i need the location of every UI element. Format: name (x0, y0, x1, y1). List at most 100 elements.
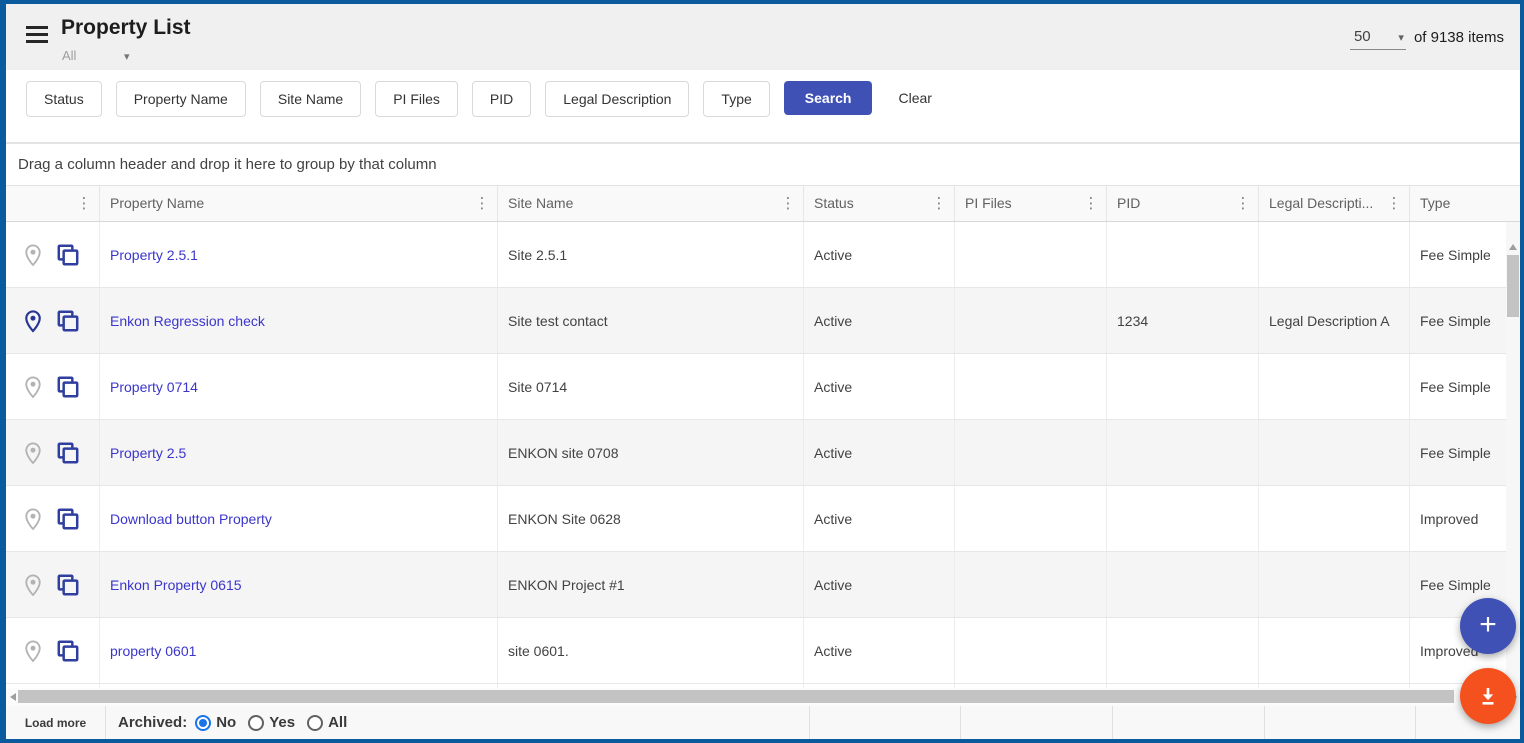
horizontal-scrollbar-thumb[interactable] (18, 690, 1454, 703)
column-menu-icon[interactable]: ⋮ (473, 186, 491, 221)
location-pin-icon[interactable] (20, 572, 46, 598)
table-row: property 0601 site 0601. Active Improved (6, 618, 1520, 684)
column-menu-icon[interactable]: ⋮ (930, 186, 948, 221)
column-header-site-name[interactable]: Site Name ⋮ (497, 186, 803, 221)
copy-property-icon[interactable] (55, 242, 81, 268)
location-pin-icon[interactable] (20, 374, 46, 400)
column-header-label: Status (814, 195, 854, 211)
archived-radio-all[interactable]: All (307, 714, 353, 731)
property-name-link[interactable]: Property 0714 (110, 379, 198, 395)
site-name-cell: Site 2.5.1 (497, 222, 803, 287)
column-menu-icon[interactable]: ⋮ (1385, 186, 1403, 221)
property-name-cell: property 0601 (99, 618, 497, 683)
column-header-status[interactable]: Status ⋮ (803, 186, 954, 221)
scroll-up-icon[interactable] (1509, 244, 1517, 250)
load-more-cell: Load more (6, 706, 106, 739)
footer-cell (960, 706, 1112, 739)
column-header-legal-description[interactable]: Legal Descripti... ⋮ (1258, 186, 1409, 221)
site-name-cell: ENKON Site 0628 (497, 486, 803, 551)
location-pin-icon[interactable] (20, 638, 46, 664)
column-header-label: PID (1117, 195, 1140, 211)
vertical-scrollbar-thumb[interactable] (1507, 255, 1519, 317)
radio-icon[interactable] (307, 715, 323, 731)
status-cell: Active (803, 420, 954, 485)
filter-field-button[interactable]: PI Files (375, 81, 458, 117)
download-icon (1476, 684, 1500, 708)
filter-field-button[interactable]: Site Name (260, 81, 361, 117)
radio-icon[interactable] (248, 715, 264, 731)
copy-property-icon[interactable] (55, 374, 81, 400)
status-cell: Active (803, 222, 954, 287)
column-header-pi-files[interactable]: PI Files ⋮ (954, 186, 1106, 221)
chevron-down-icon: ▾ (124, 50, 130, 63)
column-menu-icon[interactable]: ⋮ (75, 186, 93, 221)
copy-property-icon[interactable] (55, 308, 81, 334)
scroll-left-icon[interactable] (10, 693, 16, 701)
items-total-label: of 9138 items (1414, 28, 1504, 46)
copy-property-icon[interactable] (55, 638, 81, 664)
filter-bar: Status Property Name Site Name PI Files PID L… (6, 70, 1520, 143)
row-actions-cell (6, 618, 99, 683)
location-pin-icon[interactable] (20, 242, 46, 268)
page-size-cluster: 50 ▾ of 9138 items (1350, 28, 1504, 50)
download-button[interactable] (1460, 668, 1516, 724)
site-name-cell: ENKON site 0708 (497, 420, 803, 485)
column-header-pid[interactable]: PID ⋮ (1106, 186, 1258, 221)
copy-property-icon[interactable] (55, 440, 81, 466)
radio-icon[interactable] (195, 715, 211, 731)
add-property-button[interactable]: + (1460, 598, 1516, 654)
row-actions-cell (6, 354, 99, 419)
property-name-link[interactable]: Enkon Property 0615 (110, 577, 242, 593)
search-button[interactable]: Search (784, 81, 873, 115)
property-name-link[interactable]: Property 2.5.1 (110, 247, 198, 263)
scope-dropdown[interactable]: All ▾ (62, 48, 138, 63)
hamburger-menu-icon[interactable] (26, 26, 48, 43)
radio-label: All (328, 714, 347, 731)
row-actions-cell (6, 552, 99, 617)
column-menu-icon[interactable]: ⋮ (1234, 186, 1252, 221)
property-name-cell: Property 0714 (99, 354, 497, 419)
filter-field-button[interactable]: Property Name (116, 81, 246, 117)
group-by-drop-zone[interactable]: Drag a column header and drop it here to… (6, 143, 1520, 185)
pi-files-cell (954, 486, 1106, 551)
location-pin-icon[interactable] (20, 440, 46, 466)
horizontal-scrollbar[interactable] (6, 688, 1520, 706)
property-name-link[interactable]: Download button Property (110, 511, 272, 527)
grid-footer: Load more Archived: NoYesAll (6, 706, 1520, 739)
column-menu-icon[interactable]: ⋮ (779, 186, 797, 221)
pid-cell (1106, 354, 1258, 419)
clear-button[interactable]: Clear (888, 81, 941, 115)
archived-radio-yes[interactable]: Yes (248, 714, 301, 731)
row-actions-cell (6, 288, 99, 353)
pi-files-cell (954, 222, 1106, 287)
footer-cell (809, 706, 960, 739)
column-header-label: PI Files (965, 195, 1012, 211)
location-pin-icon[interactable] (20, 506, 46, 532)
copy-property-icon[interactable] (55, 572, 81, 598)
column-header-type[interactable]: Type (1409, 186, 1520, 221)
filter-field-button[interactable]: Legal Description (545, 81, 689, 117)
property-name-cell: Download button Property (99, 486, 497, 551)
filter-field-button[interactable]: Status (26, 81, 102, 117)
property-name-link[interactable]: Enkon Regression check (110, 313, 265, 329)
site-name-cell: ENKON Project #1 (497, 552, 803, 617)
property-name-link[interactable]: Property 2.5 (110, 445, 186, 461)
page-size-select[interactable]: 50 ▾ (1350, 28, 1406, 50)
pid-cell (1106, 618, 1258, 683)
site-name-cell: Site 0714 (497, 354, 803, 419)
column-header-property-name[interactable]: Property Name ⋮ (99, 186, 497, 221)
copy-property-icon[interactable] (55, 506, 81, 532)
filter-field-button[interactable]: Type (703, 81, 769, 117)
radio-label: Yes (269, 714, 295, 731)
footer-cell (1264, 706, 1415, 739)
property-name-cell: Property 2.5.1 (99, 222, 497, 287)
radio-label: No (216, 714, 236, 731)
location-pin-icon[interactable] (20, 308, 46, 334)
property-name-link[interactable]: property 0601 (110, 643, 196, 659)
archived-radio-no[interactable]: No (195, 714, 242, 731)
filter-field-button[interactable]: PID (472, 81, 531, 117)
pid-cell (1106, 552, 1258, 617)
column-menu-icon[interactable]: ⋮ (1082, 186, 1100, 221)
site-name-cell: site 0601. (497, 618, 803, 683)
load-more-button[interactable]: Load more (25, 716, 86, 730)
